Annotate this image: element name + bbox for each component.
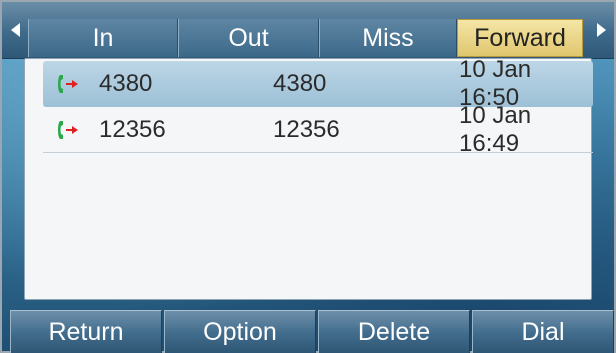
call-time: 10 Jan 16:49 [459,101,532,157]
tab-in[interactable]: In [28,19,178,57]
arrow-left-icon [10,23,20,37]
tab-miss[interactable]: Miss [319,19,457,57]
call-list: 4380 4380 10 Jan 16:50 12356 12356 10 Ja… [24,56,593,300]
tab-scroll-right-button[interactable] [588,12,614,48]
call-name: 4380 [99,70,153,97]
delete-button[interactable]: Delete [318,310,470,353]
tab-forward[interactable]: Forward [457,19,583,57]
call-list-item[interactable]: 12356 12356 10 Jan 16:49 [43,102,593,157]
option-button[interactable]: Option [164,310,316,353]
softkey-bar: Return Option Delete Dial [2,310,614,353]
phone-screen: In Out Miss Forward 4380 4380 10 Jan 16:… [0,0,616,353]
call-name: 12356 [99,115,166,143]
tab-scroll-left-button[interactable] [2,12,28,48]
tab-out[interactable]: Out [178,19,319,57]
call-forward-icon [58,75,78,93]
arrow-right-icon [596,23,606,37]
call-forward-icon [58,121,78,139]
tab-bar: In Out Miss Forward [2,2,614,59]
call-number: 4380 [273,70,327,97]
call-number: 12356 [273,115,340,143]
dial-button[interactable]: Dial [472,310,614,353]
return-button[interactable]: Return [10,310,162,353]
call-list-item[interactable]: 4380 4380 10 Jan 16:50 [43,56,593,111]
